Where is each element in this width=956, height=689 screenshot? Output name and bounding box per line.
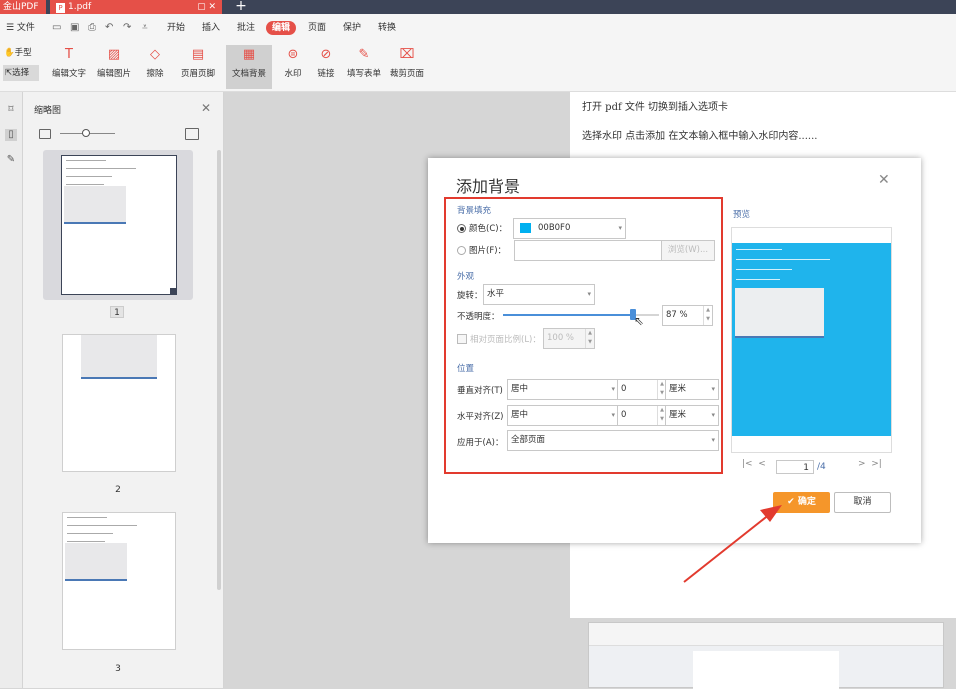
- link-icon: ⊘: [320, 47, 332, 62]
- thumbnail-icon[interactable]: ▯: [5, 129, 17, 141]
- preview-label: 预览: [733, 210, 751, 220]
- thumbnail-page-1[interactable]: [43, 150, 193, 300]
- redo-icon[interactable]: ↷: [123, 22, 131, 34]
- pdf-file-icon: P: [56, 3, 65, 13]
- page-preview: [62, 334, 176, 472]
- new-tab-button[interactable]: +: [234, 0, 248, 13]
- menu-bar: ☰ 文件 ▭ ▣ ⎙ ↶ ↷ ⩡ 开始 插入 批注 编辑 页面 保护 转换: [0, 14, 956, 42]
- page-number: 2: [115, 485, 121, 495]
- thumbnail-page-2[interactable]: [43, 328, 193, 478]
- edit-image-label: 编辑图片: [96, 69, 131, 79]
- page-preview: [61, 155, 177, 295]
- save-icon[interactable]: ▣: [70, 22, 79, 34]
- document-background-icon: ▦: [242, 47, 256, 62]
- large-thumbnail-icon[interactable]: [185, 128, 199, 140]
- annotation-icon[interactable]: ✎: [5, 154, 17, 166]
- erase-label: 擦除: [146, 69, 164, 79]
- edit-image-button[interactable]: ▨ 编辑图片: [95, 45, 133, 89]
- erase-button[interactable]: ◇ 擦除: [140, 45, 170, 89]
- document-text-line: 打开 pdf 文件 切换到插入选项卡: [582, 102, 729, 113]
- form-icon: ✎: [358, 47, 370, 62]
- highlight-box: [444, 197, 723, 474]
- menu-convert[interactable]: 转换: [378, 14, 396, 42]
- close-icon[interactable]: ✕: [878, 172, 890, 188]
- text-edit-icon: T: [65, 47, 73, 62]
- bookmark-icon[interactable]: ⌑: [5, 104, 17, 116]
- file-tab[interactable]: P 1.pdf ▢ ✕: [50, 0, 222, 14]
- menu-protect[interactable]: 保护: [343, 14, 361, 42]
- image-icon: ▨: [107, 47, 121, 62]
- preview-page: [732, 243, 891, 436]
- menu-insert[interactable]: 插入: [202, 14, 220, 42]
- page-screenshot: [64, 186, 126, 224]
- page-screenshot: [65, 543, 127, 581]
- slider-handle[interactable]: [82, 129, 90, 137]
- crop-icon: ⌧: [399, 47, 415, 62]
- link-label: 链接: [317, 69, 335, 79]
- header-footer-button[interactable]: ▤ 页眉页脚: [176, 45, 220, 89]
- page-number: 3: [115, 664, 121, 674]
- crop-page-label: 裁剪页面: [389, 69, 424, 79]
- side-rail: ⌑ ▯ ✎: [0, 92, 23, 688]
- preview-page-input[interactable]: 1: [776, 460, 814, 474]
- select-tool[interactable]: ⇱选择: [3, 65, 39, 81]
- edit-text-button[interactable]: T 编辑文字: [50, 45, 88, 89]
- close-icon[interactable]: ✕: [201, 101, 211, 115]
- watermark-button[interactable]: ⊜ 水印: [279, 45, 307, 89]
- check-icon: ✔: [787, 497, 798, 507]
- fill-form-button[interactable]: ✎ 填写表单: [345, 45, 383, 89]
- print-icon[interactable]: ⎙: [88, 22, 96, 34]
- document-text-line: 选择水印 点击添加 在文本输入框中输入水印内容......: [582, 131, 818, 142]
- crop-page-button[interactable]: ⌧ 裁剪页面: [388, 45, 426, 89]
- undo-icon[interactable]: ↶: [105, 22, 113, 34]
- document-background-label: 文档背景: [231, 69, 266, 79]
- first-prev-page-icon[interactable]: |< <: [742, 459, 766, 469]
- add-background-dialog: 添加背景 ✕ 背景填充 颜色(C)： 00B0F0 ▾ 图片(F)： 浏览(W)…: [428, 158, 921, 543]
- page-screenshot: [81, 335, 157, 379]
- menu-edit[interactable]: 编辑: [266, 21, 297, 35]
- app-tab[interactable]: 金山PDF: [0, 0, 46, 14]
- hand-tool-label: 手型: [14, 48, 32, 58]
- watermark-icon: ⊜: [287, 47, 299, 62]
- thumbnail-panel-title: 缩略图: [34, 106, 62, 116]
- page-number: 1: [110, 306, 124, 318]
- header-footer-label: 页眉页脚: [180, 69, 215, 79]
- watermark-label: 水印: [284, 69, 302, 79]
- dialog-title: 添加背景: [456, 177, 521, 196]
- page-preview: [62, 512, 176, 650]
- menu-start[interactable]: 开始: [167, 14, 185, 42]
- hand-tool[interactable]: ✋手型: [4, 46, 32, 58]
- hand-icon: ✋: [4, 48, 15, 58]
- header-footer-icon: ▤: [191, 47, 205, 62]
- cancel-button[interactable]: 取消: [834, 492, 891, 513]
- small-thumbnail-icon[interactable]: [39, 129, 51, 139]
- scrollbar[interactable]: [217, 150, 221, 590]
- menu-page[interactable]: 页面: [308, 14, 326, 42]
- eraser-icon: ◇: [150, 47, 160, 62]
- select-tool-label: 选择: [12, 68, 30, 78]
- customize-dropdown-icon[interactable]: ⩡: [142, 22, 148, 34]
- edit-text-label: 编辑文字: [51, 69, 86, 79]
- thumbnail-panel: 缩略图 ✕ 1 2 3: [23, 92, 224, 688]
- thumbnail-page-3[interactable]: [43, 506, 193, 656]
- document-screenshot: [588, 622, 944, 689]
- menu-file[interactable]: ☰ 文件: [6, 14, 35, 42]
- preview-pane: [731, 227, 892, 453]
- ok-button[interactable]: ✔ 确定: [773, 492, 830, 513]
- file-tab-label: 1.pdf: [68, 2, 92, 12]
- document-background-button[interactable]: ▦ 文档背景: [226, 45, 272, 89]
- ok-label: 确定: [797, 497, 816, 507]
- preview-page-image: [735, 288, 824, 338]
- open-folder-icon[interactable]: ▭: [52, 22, 61, 34]
- preview-page-total: /4: [817, 462, 826, 472]
- menu-annotate[interactable]: 批注: [237, 14, 255, 42]
- link-button[interactable]: ⊘ 链接: [312, 45, 340, 89]
- ribbon-toolbar: ✋手型 ⇱选择 T 编辑文字 ▨ 编辑图片 ◇ 擦除 ▤ 页眉页脚 ▦ 文档背景 ⊜ 水印 …: [0, 42, 956, 92]
- tab-window-controls[interactable]: ▢ ✕: [197, 0, 216, 14]
- fill-form-label: 填写表单: [346, 69, 381, 79]
- next-last-page-icon[interactable]: > >|: [858, 459, 882, 469]
